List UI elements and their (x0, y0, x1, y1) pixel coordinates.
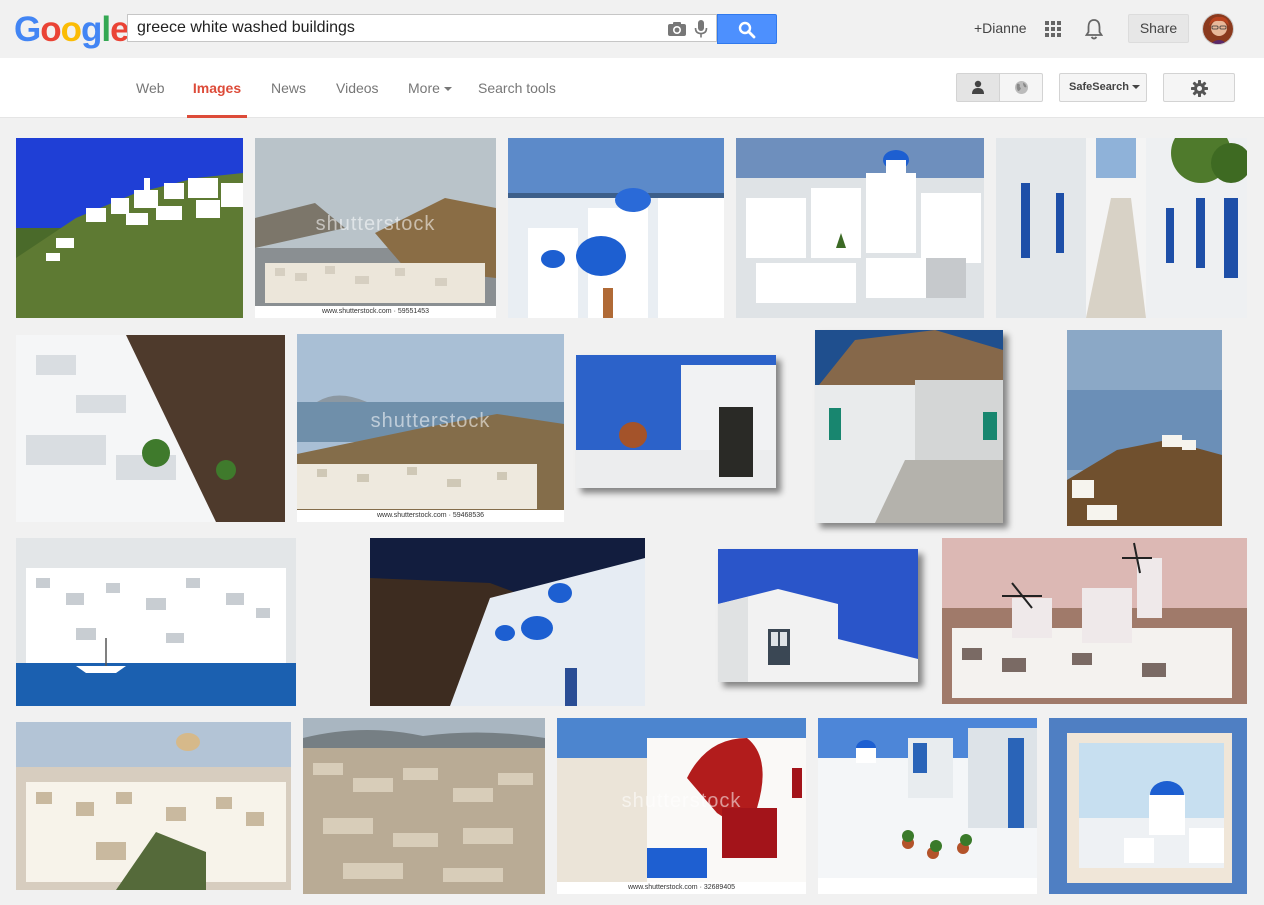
safesearch-label: SafeSearch (1069, 81, 1129, 93)
image-result[interactable] (818, 718, 1037, 894)
search-button[interactable] (717, 14, 777, 44)
image-result[interactable] (370, 538, 645, 706)
image-result[interactable] (718, 549, 918, 682)
image-result[interactable]: shutterstock www.shutterstock.com · 5946… (297, 334, 564, 522)
user-profile-link[interactable]: +Dianne (974, 20, 1027, 36)
image-result[interactable] (942, 538, 1247, 704)
shutterstock-watermark: shutterstock (370, 410, 491, 432)
image-result[interactable] (16, 722, 291, 890)
global-results-button[interactable] (999, 73, 1043, 102)
share-button[interactable]: Share (1128, 14, 1189, 43)
tab-web[interactable]: Web (136, 80, 165, 118)
logo-letter: g (81, 10, 102, 49)
logo-letter: l (101, 10, 111, 49)
search-icon (738, 21, 756, 39)
camera-icon[interactable] (667, 21, 687, 37)
chevron-down-icon (1131, 85, 1140, 90)
search-nav-bar: Web Images News Videos More Search tools… (0, 58, 1264, 118)
tab-news[interactable]: News (271, 80, 306, 118)
settings-button[interactable] (1163, 73, 1235, 102)
globe-icon (1015, 81, 1028, 94)
top-bar: Google +Dianne Share (0, 0, 1264, 58)
image-result[interactable] (576, 355, 776, 488)
image-result[interactable] (508, 138, 724, 318)
chevron-down-icon (443, 87, 452, 92)
logo-letter: o (40, 10, 61, 49)
shutterstock-watermark: shutterstock (621, 790, 742, 812)
image-result[interactable] (303, 718, 545, 894)
notifications-bell-icon[interactable] (1084, 18, 1104, 40)
logo-letter: o (60, 10, 82, 49)
apps-grid-icon[interactable] (1045, 21, 1061, 37)
tab-label: Videos (336, 80, 379, 96)
image-result[interactable] (16, 335, 285, 522)
image-result[interactable] (736, 138, 984, 318)
image-result[interactable]: shutterstock www.shutterstock.com · 3268… (557, 718, 806, 894)
image-result[interactable] (996, 138, 1247, 318)
tab-label: Images (192, 80, 242, 96)
tab-label: More (408, 80, 440, 96)
microphone-icon[interactable] (694, 20, 708, 38)
image-result[interactable] (16, 138, 243, 318)
image-caption: www.shutterstock.com · 59468536 (297, 510, 564, 522)
tab-images[interactable]: Images (187, 80, 247, 118)
tab-videos[interactable]: Videos (336, 80, 379, 118)
gear-icon (1191, 80, 1208, 97)
google-logo[interactable]: Google (14, 10, 130, 50)
image-result[interactable] (815, 330, 1003, 523)
tab-more[interactable]: More (408, 80, 452, 118)
image-caption: www.shutterstock.com · 59551453 (255, 306, 496, 318)
shutterstock-watermark: shutterstock (315, 213, 436, 235)
image-caption: www.shutterstock.com · 32689405 (557, 882, 806, 894)
logo-letter: G (14, 10, 41, 49)
image-result[interactable] (1067, 330, 1222, 526)
search-box (127, 14, 717, 42)
tab-label: Search tools (478, 80, 556, 96)
tab-label: News (271, 80, 307, 96)
person-icon (972, 80, 984, 94)
logo-letter: e (110, 10, 129, 49)
tab-label: Web (136, 80, 165, 96)
personal-results-button[interactable] (956, 73, 1000, 102)
image-result[interactable] (1049, 718, 1247, 894)
image-result[interactable] (16, 538, 296, 706)
tab-search-tools[interactable]: Search tools (478, 80, 556, 118)
image-result[interactable]: shutterstock www.shutterstock.com · 5955… (255, 138, 496, 318)
safesearch-dropdown[interactable]: SafeSearch (1059, 73, 1147, 102)
search-input[interactable] (128, 15, 676, 41)
avatar[interactable] (1202, 13, 1234, 45)
